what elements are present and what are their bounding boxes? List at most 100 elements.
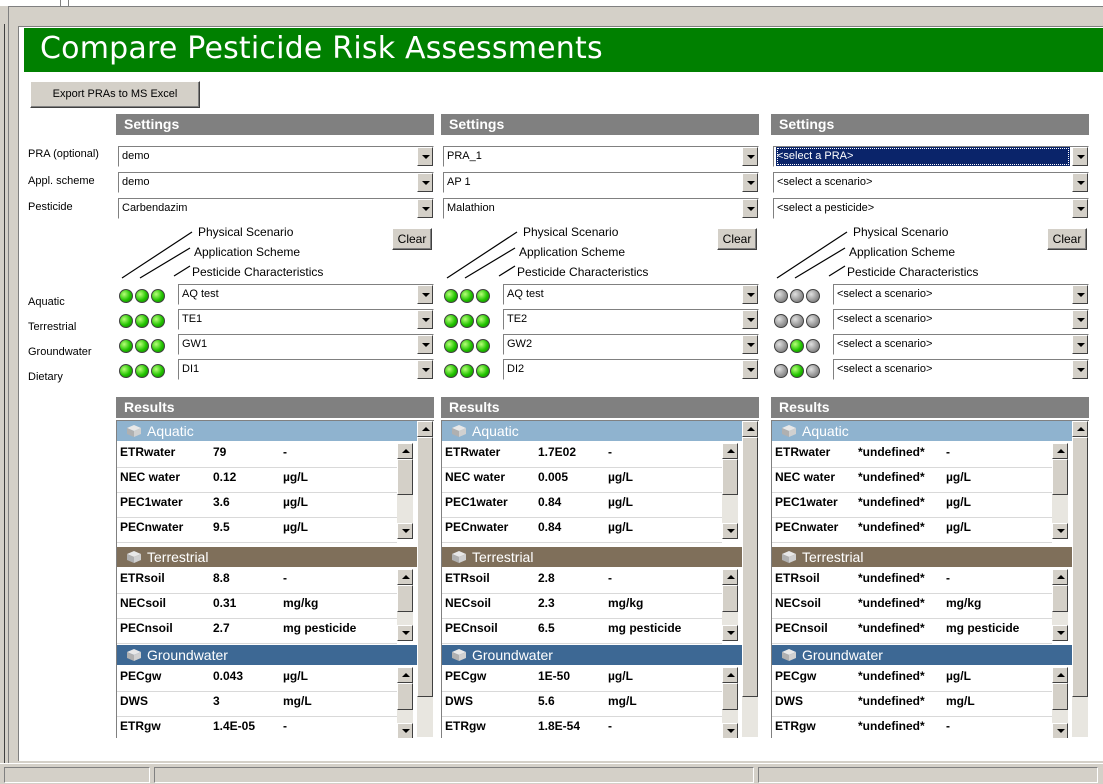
scroll-thumb[interactable] [722,683,738,710]
scroll-thumb[interactable] [1052,459,1068,495]
scroll-up-icon[interactable] [417,421,433,437]
section-scrollbar[interactable] [722,443,738,539]
scroll-thumb[interactable] [1052,585,1068,612]
scroll-up-icon[interactable] [722,569,738,585]
pra-select[interactable]: <select a PRA> [773,146,1089,167]
scroll-down-icon[interactable] [1052,523,1068,539]
result-value: 3 [213,694,220,708]
chevron-down-icon[interactable] [1072,360,1088,379]
chevron-down-icon[interactable] [1072,147,1088,166]
dietary-scenario-select[interactable]: DI1 [178,359,434,380]
clear-button[interactable]: Clear [392,228,432,250]
scroll-up-icon[interactable] [722,443,738,459]
groundwater-section-header: Groundwater [442,645,742,665]
scroll-down-icon[interactable] [397,523,413,539]
groundwater-scenario-value: GW1 [182,338,208,350]
scroll-up-icon[interactable] [742,421,758,437]
result-name: PECnsoil [120,621,173,635]
pesticide-select[interactable]: Malathion [443,198,759,219]
scroll-down-icon[interactable] [1052,723,1068,738]
chevron-down-icon[interactable] [417,199,433,218]
chevron-down-icon[interactable] [742,360,758,379]
scroll-down-icon[interactable] [397,723,413,738]
scroll-down-icon[interactable] [722,625,738,641]
chevron-down-icon[interactable] [417,310,433,329]
aquatic-scenario-select[interactable]: <select a scenario> [833,284,1089,305]
dietary-scenario-select[interactable]: <select a scenario> [833,359,1089,380]
scroll-up-icon[interactable] [1052,569,1068,585]
chevron-down-icon[interactable] [1072,199,1088,218]
status-light-icon [444,364,458,378]
terrestrial-scenario-select[interactable]: <select a scenario> [833,309,1089,330]
clear-button[interactable]: Clear [1047,228,1087,250]
scroll-thumb[interactable] [1072,437,1088,697]
scroll-down-icon[interactable] [1052,625,1068,641]
scroll-thumb[interactable] [397,585,413,612]
scroll-up-icon[interactable] [1072,421,1088,437]
chevron-down-icon[interactable] [742,173,758,192]
appl-scheme-select[interactable]: <select a scenario> [773,172,1089,193]
pra-select[interactable]: PRA_1 [443,146,759,167]
section-scrollbar[interactable] [722,569,738,641]
groundwater-scenario-select[interactable]: <select a scenario> [833,334,1089,355]
scroll-thumb[interactable] [397,683,413,710]
pesticide-select[interactable]: Carbendazim [118,198,434,219]
scroll-thumb[interactable] [417,437,433,697]
scroll-thumb[interactable] [1052,683,1068,710]
terrestrial-section-header: Terrestrial [117,547,417,567]
appl-scheme-select[interactable]: demo [118,172,434,193]
scroll-up-icon[interactable] [397,667,413,683]
chevron-down-icon[interactable] [417,285,433,304]
section-scrollbar[interactable] [722,667,738,738]
chevron-down-icon[interactable] [1072,310,1088,329]
scroll-thumb[interactable] [722,459,738,495]
scroll-up-icon[interactable] [1052,667,1068,683]
section-scrollbar[interactable] [1052,569,1068,641]
groundwater-scenario-select[interactable]: GW2 [503,334,759,355]
scroll-up-icon[interactable] [397,443,413,459]
pesticide-select[interactable]: <select a pesticide> [773,198,1089,219]
clear-button[interactable]: Clear [717,228,757,250]
scroll-up-icon[interactable] [397,569,413,585]
section-scrollbar[interactable] [1052,443,1068,539]
section-scrollbar[interactable] [397,569,413,641]
dietary-scenario-select[interactable]: DI2 [503,359,759,380]
groundwater-scenario-select[interactable]: GW1 [178,334,434,355]
pesticide-select-value: Malathion [447,202,495,214]
chevron-down-icon[interactable] [742,199,758,218]
scroll-down-icon[interactable] [397,625,413,641]
chevron-down-icon[interactable] [417,360,433,379]
result-value: 2.3 [538,596,555,610]
section-scrollbar[interactable] [397,667,413,738]
chevron-down-icon[interactable] [1072,173,1088,192]
aquatic-scenario-select[interactable]: AQ test [178,284,434,305]
appl-scheme-select[interactable]: AP 1 [443,172,759,193]
results-scrollbar[interactable] [1072,421,1088,737]
terrestrial-scenario-select[interactable]: TE1 [178,309,434,330]
chevron-down-icon[interactable] [742,310,758,329]
chevron-down-icon[interactable] [742,285,758,304]
scroll-down-icon[interactable] [722,723,738,738]
section-scrollbar[interactable] [397,443,413,539]
results-scrollbar[interactable] [417,421,433,737]
scroll-thumb[interactable] [397,459,413,495]
aquatic-scenario-select[interactable]: AQ test [503,284,759,305]
chevron-down-icon[interactable] [742,147,758,166]
terrestrial-scenario-select[interactable]: TE2 [503,309,759,330]
scroll-down-icon[interactable] [722,523,738,539]
scroll-up-icon[interactable] [1052,443,1068,459]
pra-select[interactable]: demo [118,146,434,167]
export-excel-button[interactable]: Export PRAs to MS Excel [30,81,200,108]
chevron-down-icon[interactable] [1072,335,1088,354]
scroll-thumb[interactable] [722,585,738,612]
result-value: *undefined* [858,571,925,585]
chevron-down-icon[interactable] [417,335,433,354]
chevron-down-icon[interactable] [417,147,433,166]
section-scrollbar[interactable] [1052,667,1068,738]
chevron-down-icon[interactable] [1072,285,1088,304]
chevron-down-icon[interactable] [417,173,433,192]
chevron-down-icon[interactable] [742,335,758,354]
scroll-up-icon[interactable] [722,667,738,683]
scroll-thumb[interactable] [742,437,758,697]
results-scrollbar[interactable] [742,421,758,737]
